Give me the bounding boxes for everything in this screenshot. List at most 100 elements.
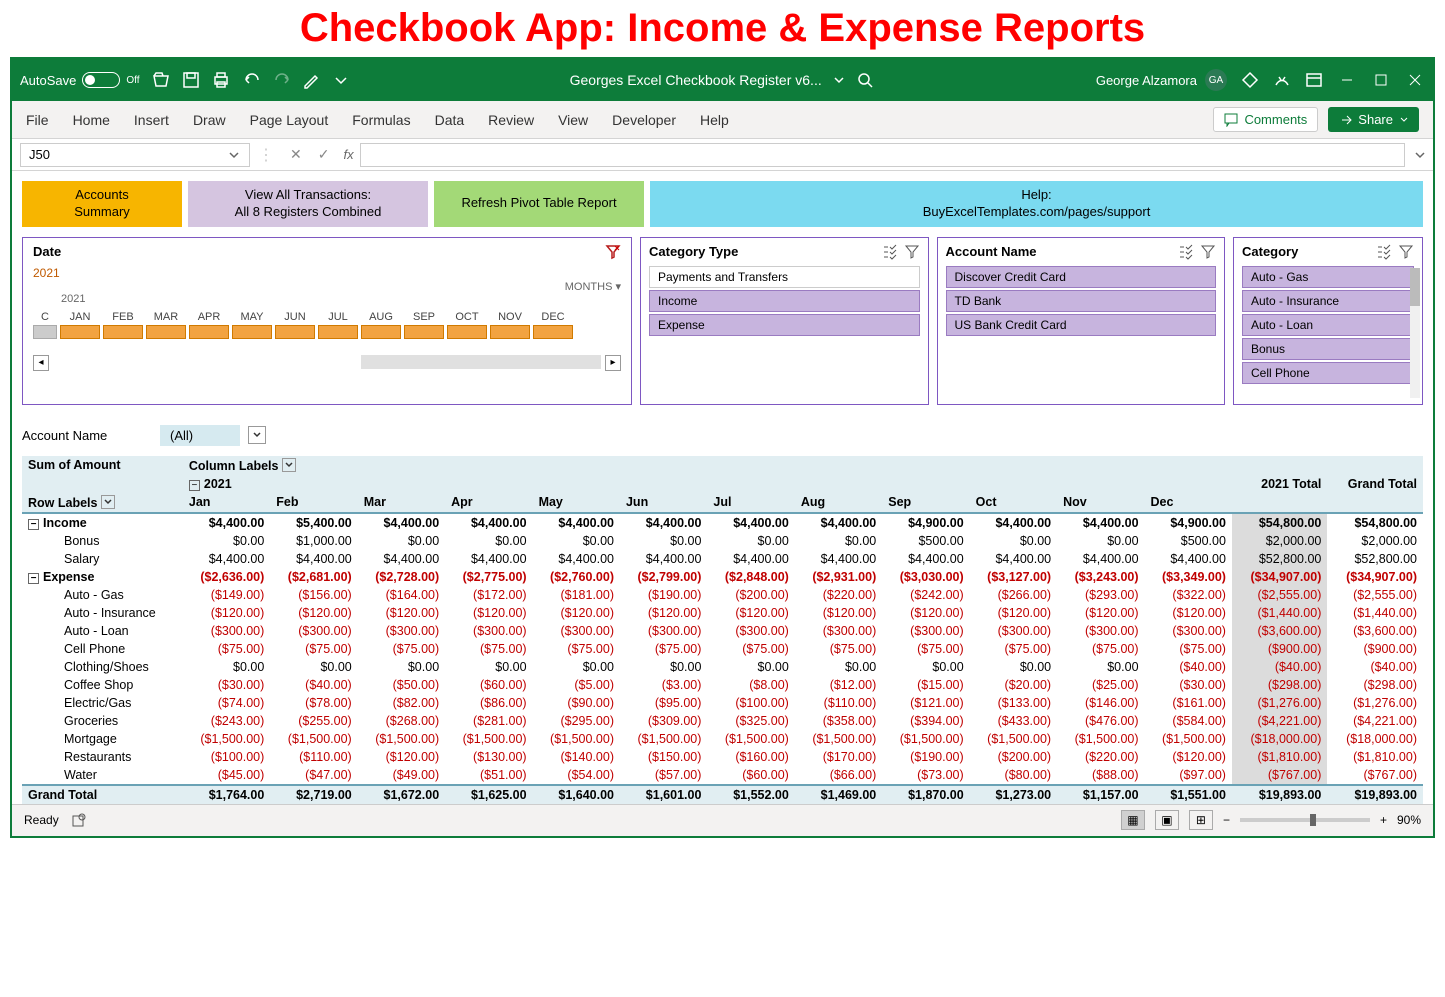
ribbon-tab-page-layout[interactable]: Page Layout — [250, 112, 329, 128]
formula-bar: J50 ⋮ ✕ ✓ fx — [12, 139, 1433, 171]
slicer-category-type[interactable]: Category Type Payments and TransfersInco… — [640, 237, 929, 405]
zoom-slider[interactable] — [1240, 818, 1370, 822]
timeline-scrollbar[interactable] — [361, 355, 601, 369]
print-icon[interactable] — [212, 71, 230, 89]
zoom-level[interactable]: 90% — [1397, 813, 1421, 827]
macro-recorder-icon[interactable] — [71, 812, 87, 828]
zoom-out-button[interactable]: − — [1223, 813, 1230, 827]
diamond-icon[interactable] — [1241, 71, 1259, 89]
slicer-item[interactable]: US Bank Credit Card — [946, 314, 1217, 336]
minimize-button[interactable] — [1337, 70, 1357, 90]
slicer-item[interactable]: Auto - Loan — [1242, 314, 1414, 336]
row-label: Bonus — [22, 532, 183, 550]
cell: $1,000.00 — [270, 532, 357, 550]
close-button[interactable] — [1405, 70, 1425, 90]
cell: ($300.00) — [795, 622, 882, 640]
enter-formula-button[interactable]: ✓ — [310, 146, 338, 163]
comments-button[interactable]: Comments — [1213, 107, 1318, 132]
cell: ($2,681.00) — [270, 568, 357, 586]
name-box-dropdown-icon[interactable] — [227, 148, 241, 162]
quick-access-dropdown-icon[interactable] — [332, 71, 350, 89]
timeline-date[interactable]: Date 2021 MONTHS ▾ 2021 CJANFEBMARAPRMAY… — [22, 237, 632, 405]
row-filter-icon[interactable] — [101, 495, 115, 509]
slicer-item[interactable]: Payments and Transfers — [649, 266, 920, 288]
search-icon[interactable] — [856, 71, 876, 89]
slicer-item[interactable]: Discover Credit Card — [946, 266, 1217, 288]
collapse-icon[interactable]: − — [28, 573, 39, 584]
cancel-formula-button[interactable]: ✕ — [282, 146, 310, 163]
ribbon-tab-formulas[interactable]: Formulas — [352, 112, 410, 128]
cell: ($120.00) — [270, 604, 357, 622]
slicer-item[interactable]: Auto - Insurance — [1242, 290, 1414, 312]
cell: ($8.00) — [707, 676, 794, 694]
zoom-in-button[interactable]: + — [1380, 813, 1387, 827]
cell: ($300.00) — [882, 622, 969, 640]
view-all-transactions-button[interactable]: View All Transactions:All 8 Registers Co… — [188, 181, 428, 227]
cell: ($120.00) — [183, 604, 270, 622]
ribbon-tab-review[interactable]: Review — [488, 112, 534, 128]
page-layout-view-button[interactable]: ▣ — [1155, 810, 1179, 830]
expand-formula-bar-icon[interactable] — [1413, 148, 1427, 162]
doc-title-dropdown-icon[interactable] — [832, 73, 846, 87]
row-label: Auto - Insurance — [22, 604, 183, 622]
slicer-item[interactable]: Expense — [649, 314, 920, 336]
slicer-category[interactable]: Category Auto - GasAuto - InsuranceAuto … — [1233, 237, 1423, 405]
open-icon[interactable] — [152, 71, 170, 89]
accounts-summary-button[interactable]: AccountsSummary — [22, 181, 182, 227]
multi-select-icon[interactable] — [1376, 244, 1392, 260]
clear-filter-icon[interactable] — [1200, 244, 1216, 260]
ribbon-tab-home[interactable]: Home — [73, 112, 110, 128]
pivot-filter-dropdown[interactable] — [248, 426, 266, 444]
collapse-icon[interactable]: − — [189, 480, 200, 491]
slicer-account-name[interactable]: Account Name Discover Credit CardTD Bank… — [937, 237, 1226, 405]
cell: ($1,810.00) — [1327, 748, 1423, 766]
page-break-view-button[interactable]: ⊞ — [1189, 810, 1213, 830]
slicer-item[interactable]: Cell Phone — [1242, 362, 1414, 384]
slicer-scrollbar[interactable] — [1410, 268, 1420, 398]
timeline-scroll-right[interactable]: ▸ — [605, 355, 621, 371]
ribbon-tab-file[interactable]: File — [26, 112, 49, 128]
clear-filter-icon[interactable] — [1398, 244, 1414, 260]
undo-icon[interactable] — [242, 71, 260, 89]
slicer-item[interactable]: Bonus — [1242, 338, 1414, 360]
share-button[interactable]: Share — [1328, 107, 1419, 132]
slicer-item[interactable]: Income — [649, 290, 920, 312]
ribbon-tab-insert[interactable]: Insert — [134, 112, 169, 128]
cell: $4,400.00 — [533, 513, 620, 532]
timeline-scroll-left[interactable]: ◂ — [33, 355, 49, 371]
clear-filter-icon[interactable] — [904, 244, 920, 260]
clear-timeline-filter-icon[interactable] — [605, 244, 621, 260]
cell: ($584.00) — [1145, 712, 1232, 730]
collapse-icon[interactable]: − — [28, 519, 39, 530]
editing-icon[interactable] — [302, 71, 320, 89]
slicer-item[interactable]: TD Bank — [946, 290, 1217, 312]
cell: ($300.00) — [445, 622, 532, 640]
ribbon-tab-data[interactable]: Data — [435, 112, 465, 128]
ribbon-tab-help[interactable]: Help — [700, 112, 729, 128]
user-account[interactable]: George Alzamora GA — [1096, 69, 1227, 91]
multi-select-icon[interactable] — [1178, 244, 1194, 260]
refresh-pivot-button[interactable]: Refresh Pivot Table Report — [434, 181, 644, 227]
column-filter-icon[interactable] — [282, 458, 296, 472]
ribbon-tab-developer[interactable]: Developer — [612, 112, 676, 128]
cell: $0.00 — [882, 658, 969, 676]
redo-icon[interactable] — [272, 71, 290, 89]
cell: ($75.00) — [1145, 640, 1232, 658]
name-box[interactable]: J50 — [20, 143, 250, 167]
cell: ($121.00) — [882, 694, 969, 712]
ribbon-tab-draw[interactable]: Draw — [193, 112, 226, 128]
ribbon-display-icon[interactable] — [1305, 71, 1323, 89]
maximize-button[interactable] — [1371, 70, 1391, 90]
help-button[interactable]: Help:BuyExcelTemplates.com/pages/support — [650, 181, 1423, 227]
ribbon-tab-view[interactable]: View — [558, 112, 588, 128]
normal-view-button[interactable]: ▦ — [1121, 810, 1145, 830]
formula-input[interactable] — [360, 143, 1405, 167]
fx-icon[interactable]: fx — [337, 147, 359, 162]
cell: ($75.00) — [183, 640, 270, 658]
multi-select-icon[interactable] — [882, 244, 898, 260]
coming-soon-icon[interactable] — [1273, 71, 1291, 89]
autosave-toggle[interactable]: AutoSave Off — [20, 72, 140, 88]
save-icon[interactable] — [182, 71, 200, 89]
cell: ($18,000.00) — [1327, 730, 1423, 748]
slicer-item[interactable]: Auto - Gas — [1242, 266, 1414, 288]
